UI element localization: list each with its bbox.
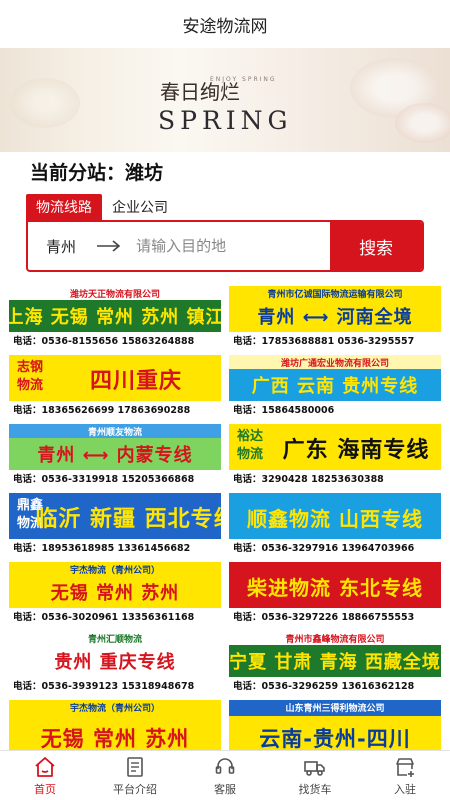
logistics-ad-card[interactable]: 青州汇顺物流 贵州 重庆专线 电话：0536-3939123 15318948678 — [9, 631, 221, 693]
destination-input[interactable] — [132, 222, 331, 270]
ad-phone: 电话：0536-3319918 15205366868 — [9, 470, 221, 486]
ad-route-text: 云南-贵州-四川 — [229, 716, 441, 750]
ad-phone: 电话：0536-3297916 13964703966 — [229, 539, 441, 555]
ad-phone: 电话：0536-8155656 15863264888 — [9, 332, 221, 348]
logistics-ad-card[interactable]: 宇杰物流（青州公司） 无锡 常州 苏州 — [9, 700, 221, 750]
logistics-ad-card[interactable]: 裕达物流 广东 海南专线电话：3290428 18253630388 — [229, 424, 441, 486]
logistics-ad-card[interactable]: 潍坊广通宏业物流有限公司 广西 云南 贵州专线 电话：15864580006 — [229, 355, 441, 417]
search-tabs: 物流线路 企业公司 — [26, 190, 424, 220]
ad-route-text: 青州 ⟷ 河南全境 — [229, 300, 441, 332]
ad-route-text: 广西 云南 贵州专线 — [229, 369, 441, 401]
current-station: 当前分站：潍坊 — [0, 152, 450, 190]
tab-label: 企业公司 — [112, 200, 168, 216]
ad-phone: 电话：18365626699 17863690288 — [9, 401, 221, 417]
logistics-ad-card[interactable]: 鼎鑫物流 临沂 新疆 西北专线 电话：18953618985 13361456682 — [9, 493, 221, 555]
ad-company-name: 潍坊广通宏业物流有限公司 — [229, 355, 441, 369]
ad-route-text: 无锡 常州 苏州 — [9, 716, 221, 750]
logistics-ad-card[interactable]: 青州顺友物流 青州 ⟷ 内蒙专线 电话：0536-3319918 152053668… — [9, 424, 221, 486]
flower-decoration — [10, 78, 80, 128]
app-title: 安途物流网 — [182, 16, 268, 37]
tabbar-item-find-truck[interactable]: 找货车 — [270, 751, 360, 800]
tab-label: 物流线路 — [36, 200, 92, 216]
ad-phone: 电话：0536-3297226 18866755553 — [229, 608, 441, 624]
bottom-tab-bar: 首页 平台介绍 客服 找货车 入驻 — [0, 750, 450, 800]
app-title-bar: 安途物流网 — [0, 0, 450, 48]
document-icon — [127, 756, 143, 777]
logistics-ad-card[interactable]: 柴进物流 东北专线电话：0536-3297226 18866755553 — [229, 562, 441, 624]
ad-company-name: 青州汇顺物流 — [9, 631, 221, 645]
ad-company-name: 宇杰物流（青州公司） — [9, 700, 221, 714]
tabbar-label: 平台介绍 — [113, 782, 157, 796]
route-search-bar: 青州 搜索 — [26, 220, 424, 272]
ad-phone: 电话：0536-3020961 13356361168 — [9, 608, 221, 624]
ad-route-text: 顺鑫物流 山西专线 — [229, 497, 441, 537]
logistics-ad-card[interactable]: 青州市鑫峰物流有限公司 宁夏 甘肃 青海 西藏全境 电话：0536-3296259 … — [229, 631, 441, 693]
origin-city[interactable]: 青州 — [28, 222, 86, 270]
tabbar-item-platform-intro[interactable]: 平台介绍 — [90, 751, 180, 800]
logistics-ad-card[interactable]: 志钢物流 四川重庆电话：18365626699 17863690288 — [9, 355, 221, 417]
tabbar-label: 客服 — [214, 782, 236, 796]
logistics-ad-card[interactable]: 潍坊天正物流有限公司 上海 无锡 常州 苏州 镇江 电话：0536-8155656 … — [9, 286, 221, 348]
truck-icon — [304, 760, 325, 776]
logistics-ad-card[interactable]: 青州市亿诚国际物流运输有限公司 青州 ⟷ 河南全境 电话：17853688881 0… — [229, 286, 441, 348]
search-button-label: 搜索 — [359, 238, 394, 259]
tabbar-label: 入驻 — [394, 782, 416, 796]
ad-brand-name: 裕达物流 — [236, 429, 263, 462]
ad-phone: 电话：15864580006 — [229, 401, 441, 417]
station-label: 当前分站：潍坊 — [30, 161, 164, 184]
tabbar-item-customer-service[interactable]: 客服 — [180, 751, 270, 800]
ad-route-text: 四川重庆 — [51, 359, 221, 399]
arrow-right-icon — [86, 222, 132, 270]
flower-decoration — [395, 103, 450, 143]
ad-route-text: 广东 海南专线 — [271, 428, 441, 468]
logistics-ad-card[interactable]: 山东青州三得利物流公司云南-贵州-四川 — [229, 700, 441, 750]
logistics-ad-grid: 潍坊天正物流有限公司 上海 无锡 常州 苏州 镇江 电话：0536-8155656 … — [0, 286, 450, 750]
ad-route-text: 上海 无锡 常州 苏州 镇江 — [9, 300, 221, 332]
tabbar-item-join[interactable]: 入驻 — [360, 751, 450, 800]
tabbar-label: 首页 — [34, 782, 56, 796]
ad-company-name: 宇杰物流（青州公司） — [9, 562, 221, 576]
ad-route-text: 青州 ⟷ 内蒙专线 — [9, 438, 221, 470]
ad-phone: 电话：3290428 18253630388 — [229, 470, 441, 486]
tab-companies[interactable]: 企业公司 — [102, 194, 178, 220]
ad-phone: 电话：18953618985 13361456682 — [9, 539, 221, 555]
ad-phone: 电话：0536-3939123 15318948678 — [9, 677, 221, 693]
ad-route-text: 宁夏 甘肃 青海 西藏全境 — [229, 645, 441, 677]
ad-route-text: 贵州 重庆专线 — [9, 645, 221, 677]
ad-route-text: 无锡 常州 苏州 — [9, 576, 221, 608]
banner-title-en: SPRING — [158, 106, 293, 135]
logistics-ad-card[interactable]: 宇杰物流（青州公司） 无锡 常州 苏州 电话：0536-3020961 133563… — [9, 562, 221, 624]
ad-brand-name: 志钢物流 — [16, 360, 43, 393]
search-button[interactable]: 搜索 — [330, 222, 422, 270]
logistics-ad-card[interactable]: 顺鑫物流 山西专线电话：0536-3297916 13964703966 — [229, 493, 441, 555]
tabbar-label: 找货车 — [298, 782, 332, 796]
ad-company-name: 山东青州三得利物流公司 — [229, 700, 441, 714]
ad-phone: 电话：17853688881 0536-3295557 — [229, 332, 441, 348]
ad-company-name: 青州市鑫峰物流有限公司 — [229, 631, 441, 645]
origin-city-text: 青州 — [46, 237, 77, 256]
ad-company-name: 潍坊天正物流有限公司 — [9, 286, 221, 300]
headset-icon — [215, 757, 235, 774]
tab-logistics-routes[interactable]: 物流线路 — [26, 194, 102, 220]
store-plus-icon — [396, 757, 414, 777]
promo-banner[interactable]: 春日绚烂 ENJOY SPRING SPRING — [0, 48, 450, 152]
ad-route-text: 柴进物流 东北专线 — [229, 566, 441, 606]
tabbar-item-home[interactable]: 首页 — [0, 751, 90, 800]
ad-phone: 电话：0536-3296259 13616362128 — [229, 677, 441, 693]
banner-subtitle: ENJOY SPRING — [210, 76, 277, 83]
home-icon — [35, 756, 55, 777]
ad-route-text: 临沂 新疆 西北专线 — [35, 497, 221, 537]
ad-company-name: 青州市亿诚国际物流运输有限公司 — [229, 286, 441, 300]
ad-company-name: 青州顺友物流 — [9, 424, 221, 438]
